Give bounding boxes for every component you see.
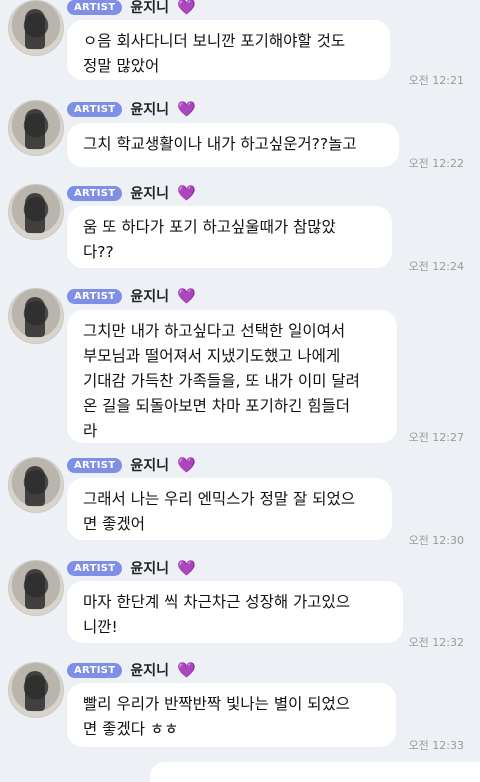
- purple-heart-icon: 💜: [177, 559, 196, 577]
- artist-badge: ARTIST: [67, 0, 123, 15]
- sender-name: 윤지니: [130, 561, 169, 577]
- message-header: ARTIST 윤지니 💜: [67, 558, 196, 578]
- purple-heart-icon: 💜: [177, 456, 196, 474]
- message-header: ARTIST 윤지니 💜: [67, 183, 196, 203]
- avatar[interactable]: [8, 0, 64, 56]
- sender-name: 윤지니: [130, 186, 169, 202]
- message-header: ARTIST 윤지니 💜: [67, 455, 196, 475]
- message-header: ARTIST 윤지니 💜: [67, 0, 196, 17]
- message-bubble[interactable]: 마자 한단계 씩 차근차근 성장해 가고있으 니깐!: [67, 581, 403, 643]
- purple-heart-icon: 💜: [177, 661, 196, 679]
- purple-heart-icon: 💜: [177, 184, 196, 202]
- sender-name: 윤지니: [130, 289, 169, 305]
- sender-name: 윤지니: [130, 102, 169, 118]
- message-time: 오전 12:30: [408, 534, 464, 547]
- sender-name: 윤지니: [130, 458, 169, 474]
- avatar[interactable]: [8, 457, 64, 513]
- artist-badge: ARTIST: [67, 560, 123, 576]
- message-time: 오전 12:21: [408, 74, 464, 87]
- next-message-bubble[interactable]: [150, 762, 480, 782]
- message-time: 오전 12:24: [408, 260, 464, 273]
- message-header: ARTIST 윤지니 💜: [67, 660, 196, 680]
- message-bubble[interactable]: 그래서 나는 우리 엔믹스가 정말 잘 되었으 면 좋겠어: [67, 478, 392, 540]
- artist-badge: ARTIST: [67, 288, 123, 304]
- purple-heart-icon: 💜: [177, 0, 196, 16]
- message-time: 오전 12:32: [408, 636, 464, 649]
- message-bubble[interactable]: ㅇ음 회사다니더 보니깐 포기해야할 것도 정말 많았어: [67, 20, 390, 80]
- artist-badge: ARTIST: [67, 457, 123, 473]
- message-bubble[interactable]: 움 또 하다가 포기 하고싶울때가 참많았 다??: [67, 206, 392, 268]
- purple-heart-icon: 💜: [177, 100, 196, 118]
- avatar[interactable]: [8, 560, 64, 616]
- avatar[interactable]: [8, 662, 64, 718]
- message-time: 오전 12:22: [408, 157, 464, 170]
- message-header: ARTIST 윤지니 💜: [67, 99, 196, 119]
- message-header: ARTIST 윤지니 💜: [67, 286, 196, 306]
- sender-name: 윤지니: [130, 0, 169, 16]
- message-bubble[interactable]: 그치 학교생활이나 내가 하고싶운거??놀고: [67, 123, 399, 167]
- avatar[interactable]: [8, 100, 64, 156]
- message-bubble[interactable]: 빨리 우리가 반짝반짝 빛나는 별이 되었으 면 좋겠다 ㅎㅎ: [67, 683, 396, 747]
- artist-badge: ARTIST: [67, 101, 123, 117]
- avatar[interactable]: [8, 184, 64, 240]
- sender-name: 윤지니: [130, 663, 169, 679]
- message-bubble[interactable]: 그치만 내가 하고싶다고 선택한 일이여서 부모님과 떨어져서 지냈기도했고 나…: [67, 310, 397, 443]
- artist-badge: ARTIST: [67, 662, 123, 678]
- message-time: 오전 12:33: [408, 739, 464, 752]
- avatar[interactable]: [8, 288, 64, 344]
- purple-heart-icon: 💜: [177, 287, 196, 305]
- message-time: 오전 12:27: [408, 431, 464, 444]
- artist-badge: ARTIST: [67, 185, 123, 201]
